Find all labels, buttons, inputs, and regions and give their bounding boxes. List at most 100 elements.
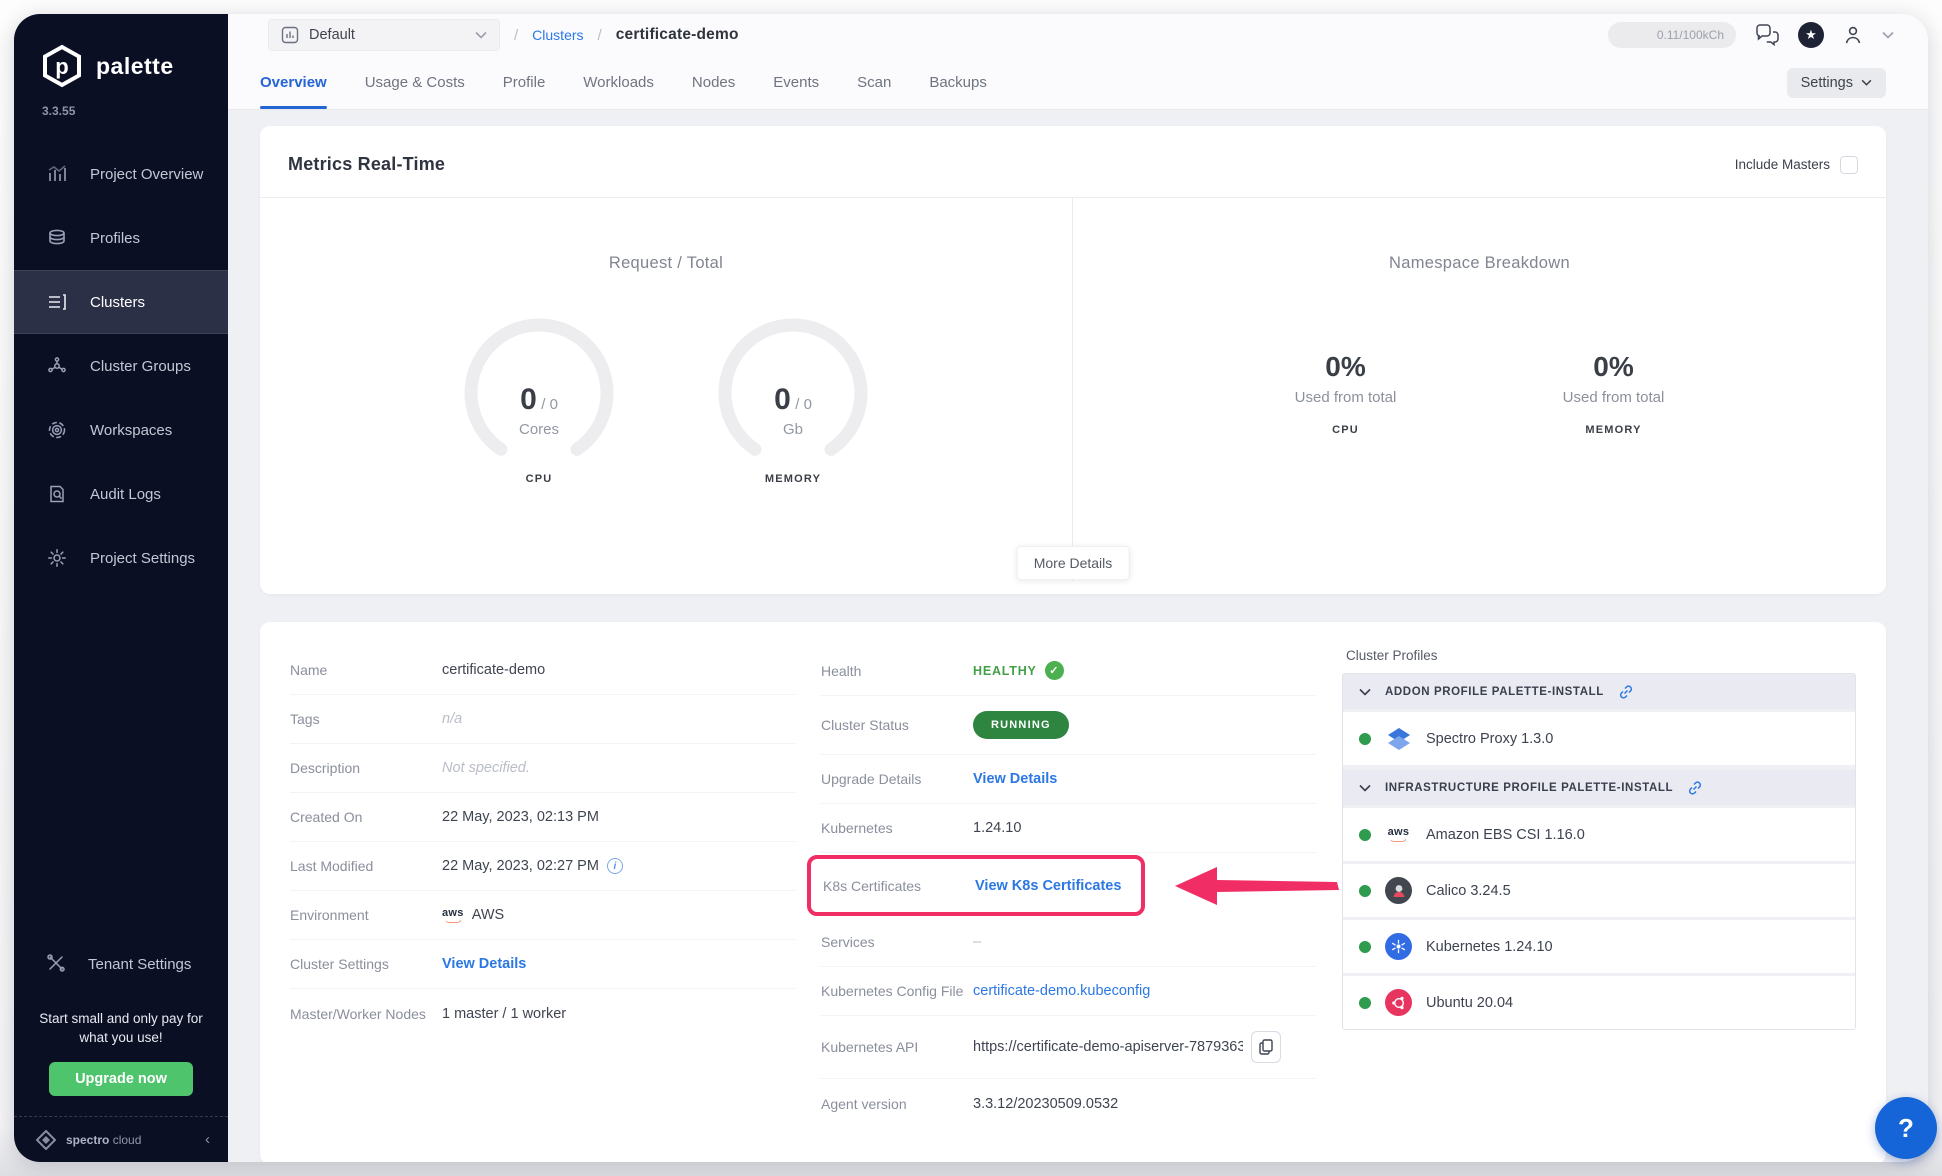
tab-events[interactable]: Events: [773, 56, 819, 109]
cpu-gauge-total: 0: [550, 396, 558, 413]
detail-label: Cluster Status: [821, 717, 973, 733]
sidebar-item-project-settings[interactable]: Project Settings: [14, 526, 228, 590]
detail-label: Description: [290, 760, 442, 776]
namespace-memory-stat: 0% Used from total MEMORY: [1539, 351, 1689, 436]
profile-pack-name: Kubernetes 1.24.10: [1426, 939, 1553, 955]
spectro-proxy-icon: [1385, 725, 1412, 752]
upgrade-message: Start small and only pay for what you us…: [34, 1009, 208, 1048]
sidebar-item-workspaces[interactable]: Workspaces: [14, 398, 228, 462]
settings-button[interactable]: Settings: [1787, 68, 1886, 98]
chevron-down-icon[interactable]: [1882, 31, 1894, 39]
detail-label: Environment: [290, 907, 442, 923]
star-badge-icon[interactable]: ★: [1798, 22, 1824, 48]
footer-brand-light: cloud: [113, 1133, 142, 1147]
detail-row-k8s-certificates: K8s Certificates View K8s Certificates: [823, 861, 1129, 910]
memory-used-label: Used from total: [1539, 389, 1689, 406]
project-icon: [281, 26, 299, 44]
settings-button-label: Settings: [1801, 75, 1853, 91]
cluster-profiles-column: Cluster Profiles ADDON PROFILE PALETTE-I…: [1342, 646, 1856, 1140]
tab-backups[interactable]: Backups: [929, 56, 987, 109]
tab-profile[interactable]: Profile: [503, 56, 546, 109]
kubernetes-api-url: https://certificate-demo-apiserver-78793…: [973, 1039, 1243, 1055]
detail-value: certificate-demo: [442, 662, 545, 678]
detail-row-health: Health HEALTHY ✓: [821, 646, 1316, 696]
chevron-down-icon: [475, 31, 487, 39]
detail-row-tags: Tags n/a: [290, 695, 795, 744]
tab-workloads[interactable]: Workloads: [583, 56, 654, 109]
cluster-profiles-title: Cluster Profiles: [1346, 648, 1856, 663]
tools-icon: [46, 953, 66, 977]
include-masters-checkbox[interactable]: [1840, 156, 1858, 174]
detail-value: –: [973, 934, 981, 950]
palette-logo-icon: p: [40, 44, 84, 88]
tab-nodes[interactable]: Nodes: [692, 56, 735, 109]
metrics-card-header: Metrics Real-Time Include Masters: [260, 126, 1886, 198]
upgrade-view-details-link[interactable]: View Details: [973, 771, 1057, 787]
profile-row-kubernetes[interactable]: Kubernetes 1.24.10: [1343, 920, 1855, 973]
more-details-button[interactable]: More Details: [1017, 546, 1130, 580]
chevron-down-icon: [1359, 784, 1371, 792]
infrastructure-profile-header[interactable]: INFRASTRUCTURE PROFILE PALETTE-INSTALL: [1343, 770, 1855, 805]
addon-profile-header[interactable]: ADDON PROFILE PALETTE-INSTALL: [1343, 674, 1855, 709]
main-area: Default / Clusters / certificate-demo 0.…: [228, 14, 1928, 1162]
kubeconfig-download-link[interactable]: certificate-demo.kubeconfig: [973, 983, 1150, 999]
info-icon[interactable]: i: [607, 858, 623, 874]
detail-row-name: Name certificate-demo: [290, 646, 795, 695]
upgrade-now-button[interactable]: Upgrade now: [49, 1062, 193, 1096]
chevron-down-icon: [1359, 688, 1371, 696]
addon-profile-header-label: ADDON PROFILE PALETTE-INSTALL: [1385, 686, 1604, 698]
gauges-row: 0 / 0 Cores CPU: [260, 313, 1072, 485]
breadcrumb-clusters-link[interactable]: Clusters: [532, 27, 583, 43]
detail-label: Services: [821, 934, 973, 950]
detail-label: Master/Worker Nodes: [290, 1006, 442, 1022]
sidebar-item-tenant-settings[interactable]: Tenant Settings: [14, 935, 228, 995]
detail-row-environment: Environment aws AWS: [290, 891, 795, 940]
detail-label: Last Modified: [290, 858, 442, 874]
user-account-icon[interactable]: [1842, 24, 1864, 46]
project-selector-dropdown[interactable]: Default: [268, 19, 500, 51]
sidebar-item-profiles[interactable]: Profiles: [14, 206, 228, 270]
profile-row-ubuntu[interactable]: Ubuntu 20.04: [1343, 976, 1855, 1029]
brand-name: palette: [96, 53, 174, 80]
sidebar-item-audit-logs[interactable]: Audit Logs: [14, 462, 228, 526]
details-left-column: Name certificate-demo Tags n/a Descripti…: [290, 646, 795, 1140]
gear-icon: [46, 547, 68, 569]
gauge-divider: /: [795, 396, 799, 413]
view-k8s-certificates-link[interactable]: View K8s Certificates: [975, 878, 1121, 894]
cluster-tabs: Overview Usage & Costs Profile Workloads…: [228, 56, 1928, 110]
cpu-gauge: 0 / 0 Cores CPU: [454, 313, 624, 485]
tab-overview[interactable]: Overview: [260, 56, 327, 109]
profile-row-calico[interactable]: Calico 3.24.5: [1343, 864, 1855, 917]
sidebar-item-project-overview[interactable]: Project Overview: [14, 142, 228, 206]
sidebar-collapse-icon[interactable]: ‹: [205, 1131, 210, 1148]
app-version: 3.3.55: [14, 88, 228, 118]
sidebar-item-cluster-groups[interactable]: Cluster Groups: [14, 334, 228, 398]
cluster-settings-view-details-link[interactable]: View Details: [442, 956, 526, 972]
profile-row-spectro-proxy[interactable]: Spectro Proxy 1.3.0: [1343, 712, 1855, 765]
copy-icon[interactable]: [1251, 1031, 1281, 1063]
cluster-groups-icon: [46, 355, 68, 377]
help-button[interactable]: ?: [1875, 1097, 1937, 1159]
link-icon[interactable]: [1618, 684, 1634, 700]
cpu-caption: CPU: [1271, 424, 1421, 436]
status-dot-green: [1359, 885, 1371, 897]
detail-label: Upgrade Details: [821, 771, 973, 787]
gauge-divider: /: [541, 396, 545, 413]
chat-icon[interactable]: [1754, 24, 1780, 46]
profile-row-amazon-ebs-csi[interactable]: aws Amazon EBS CSI 1.16.0: [1343, 808, 1855, 861]
sidebar-item-label: Audit Logs: [90, 486, 161, 503]
footer-brand-bold: spectro: [66, 1133, 109, 1147]
detail-label: Tags: [290, 711, 442, 727]
project-overview-icon: [46, 163, 68, 185]
chevron-down-icon: [1861, 79, 1872, 86]
tab-usage-costs[interactable]: Usage & Costs: [365, 56, 465, 109]
sidebar-item-clusters[interactable]: Clusters: [14, 270, 228, 334]
breadcrumb-separator: /: [514, 27, 518, 44]
topbar-right: 0.11/100kCh ★: [1608, 22, 1894, 48]
kubernetes-icon: [1385, 933, 1412, 960]
cpu-gauge-caption: CPU: [454, 473, 624, 485]
link-icon[interactable]: [1687, 780, 1703, 796]
breadcrumb-separator: /: [598, 27, 602, 44]
tab-scan[interactable]: Scan: [857, 56, 891, 109]
healthy-check-icon: ✓: [1045, 661, 1064, 680]
